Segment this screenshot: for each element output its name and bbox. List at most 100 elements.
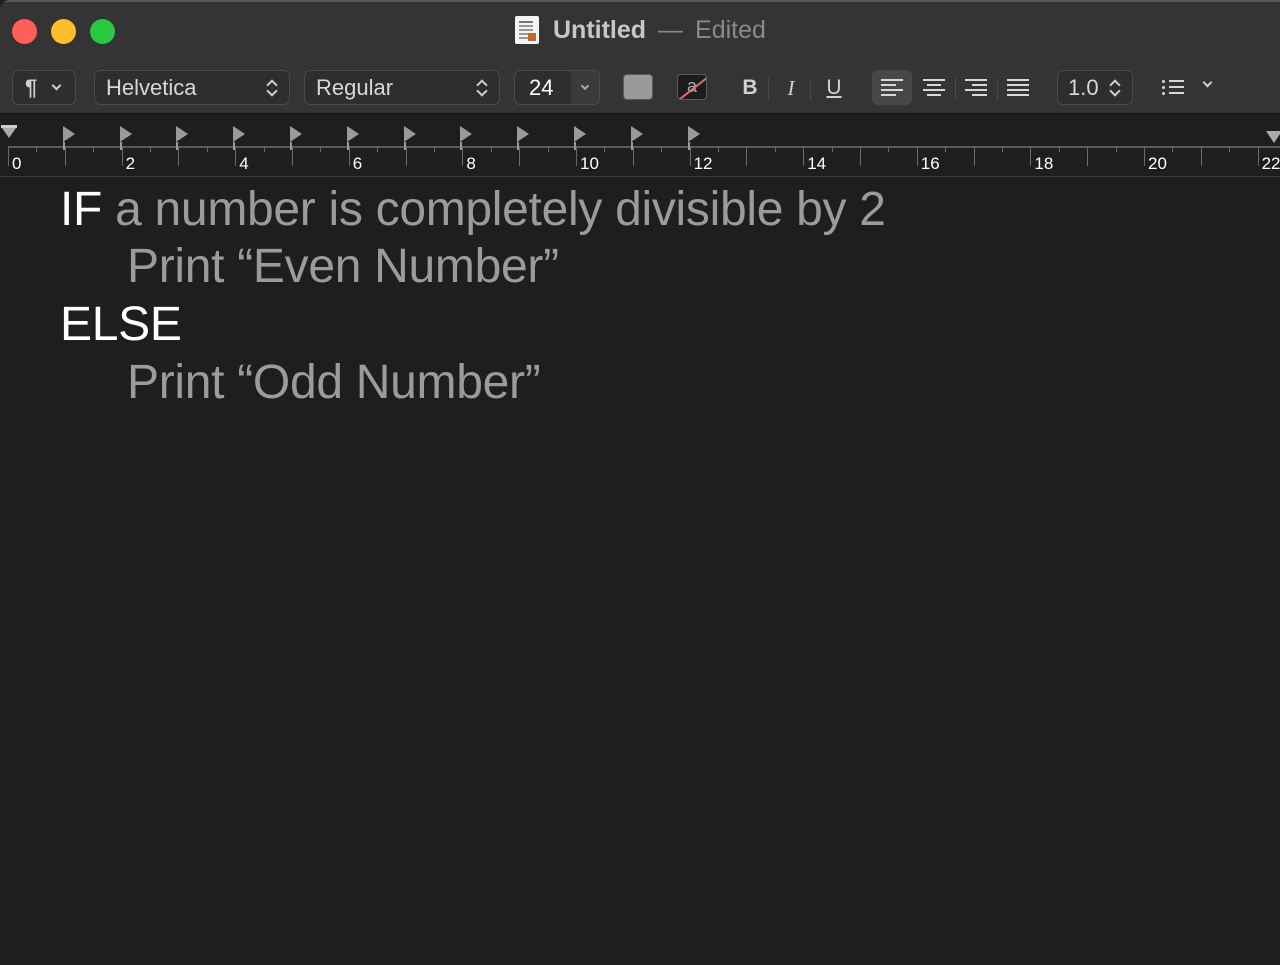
line-text: Print “Odd Number” [127,356,541,409]
tab-stop-marker[interactable] [233,126,246,150]
ruler-tick [8,146,9,166]
align-justify-button[interactable] [998,70,1038,105]
ruler-number: 16 [920,154,940,173]
paragraph-styles-button[interactable]: ¶ [12,70,76,105]
ruler-tick [831,146,833,152]
ruler-baseline [8,146,1280,148]
chevron-down-icon [580,81,590,90]
ruler-number: 20 [1148,154,1167,173]
ruler-tick [36,146,38,152]
tab-stop-marker[interactable] [62,126,75,150]
tab-stop-marker[interactable] [517,126,530,150]
ruler-tick [405,146,407,166]
ruler-number: 14 [807,154,827,173]
document-body[interactable]: IF a number is completely divisible by 2… [0,178,1280,965]
divider [810,78,811,100]
minimize-window-icon[interactable] [51,19,76,44]
ruler-tick [1115,146,1117,152]
tab-stop-marker[interactable] [460,126,473,150]
ruler-tick [292,146,293,166]
font-size-dropdown-button[interactable] [571,71,599,104]
ruler-tick [661,146,663,152]
ruler-tick [235,146,237,166]
ruler-tick [803,146,805,166]
zoom-window-icon[interactable] [90,19,115,44]
ruler-tick [604,146,606,152]
tab-stop-marker[interactable] [687,126,700,150]
line-spacing-select[interactable]: 1.0 [1057,70,1133,105]
ruler-tick [632,146,634,166]
ruler-tick [746,146,748,166]
line-spacing-value: 1.0 [1068,74,1099,100]
ruler-tick [888,146,890,152]
ruler-number: 8 [466,154,476,173]
ruler[interactable]: 0 2 4 6 8 10 12 14 16 18 20 22 [0,115,1280,177]
tab-stop-marker[interactable] [403,126,416,150]
document-line[interactable]: ELSE [60,297,182,352]
tab-stop-marker[interactable] [574,126,586,150]
edited-status[interactable]: Edited [695,16,766,45]
window-title: Untitled — Edited [515,14,766,46]
ruler-tick [945,146,947,152]
tab-stop-marker[interactable] [630,126,643,150]
ruler-tick [64,146,66,166]
title-separator: — [658,15,684,44]
tab-stop-marker[interactable] [346,126,359,150]
font-style-select[interactable]: Regular [304,70,500,105]
ruler-number: 18 [1034,154,1054,173]
font-size-combo[interactable]: 24 [514,70,600,105]
tab-stop-marker[interactable] [119,126,132,150]
font-size-input[interactable]: 24 [515,75,571,101]
font-family-select[interactable]: Helvetica [94,70,290,105]
ruler-tick [462,146,464,166]
right-margin-marker[interactable] [1266,131,1280,143]
ruler-number: 2 [125,154,136,173]
ruler-tick [1144,146,1145,166]
align-left-button[interactable] [872,70,912,105]
line-text: a number is completely divisible by 2 [102,183,886,236]
tab-stop-marker[interactable] [290,126,302,150]
ruler-number: 4 [239,154,249,173]
ruler-tick [718,146,719,152]
ruler-number: 6 [352,154,363,173]
align-center-button[interactable] [914,70,954,105]
window-controls [12,19,115,44]
up-down-chevron-icon [1108,78,1122,98]
ruler-number: 10 [580,154,599,173]
document-line[interactable]: Print “Odd Number” [127,355,541,410]
ruler-tick [689,146,691,166]
textedit-window: Untitled — Edited ¶ Helvetica Regular 24… [0,0,1280,965]
ruler-tick [519,146,521,166]
ruler-tick [348,146,350,166]
document-line[interactable]: Print “Even Number” [127,239,559,294]
ruler-tick [490,146,492,152]
document-line[interactable]: IF a number is completely divisible by 2 [60,182,886,237]
ruler-tick [320,146,322,152]
list-style-button[interactable] [1158,72,1218,104]
document-name[interactable]: Untitled [553,16,646,45]
italic-button[interactable]: I [775,72,807,104]
ruler-tick [860,146,861,166]
underline-button[interactable]: U [818,72,850,104]
font-style-value: Regular [316,74,394,100]
chevron-down-icon [1202,77,1213,88]
align-right-button[interactable] [956,70,996,105]
bold-button[interactable]: B [734,72,766,104]
close-window-icon[interactable] [12,19,37,44]
text-color-well[interactable] [623,74,653,100]
ruler-tick [774,146,776,152]
tab-stop-marker[interactable] [176,126,189,150]
text-document-icon[interactable] [515,16,539,44]
ruler-tick [1172,146,1174,152]
ruler-tick [150,146,151,152]
ruler-tick [93,146,95,152]
no-background-color-icon[interactable]: a [677,74,707,100]
ruler-number: 0 [12,154,22,173]
ruler-number: 22 [1261,154,1280,173]
ruler-tick [377,146,379,152]
up-down-chevron-icon [265,78,279,98]
title-toolbar: Untitled — Edited ¶ Helvetica Regular 24… [0,0,1280,114]
ruler-tick [973,146,975,166]
first-line-indent-marker[interactable] [1,125,17,138]
ruler-tick [1257,146,1259,166]
